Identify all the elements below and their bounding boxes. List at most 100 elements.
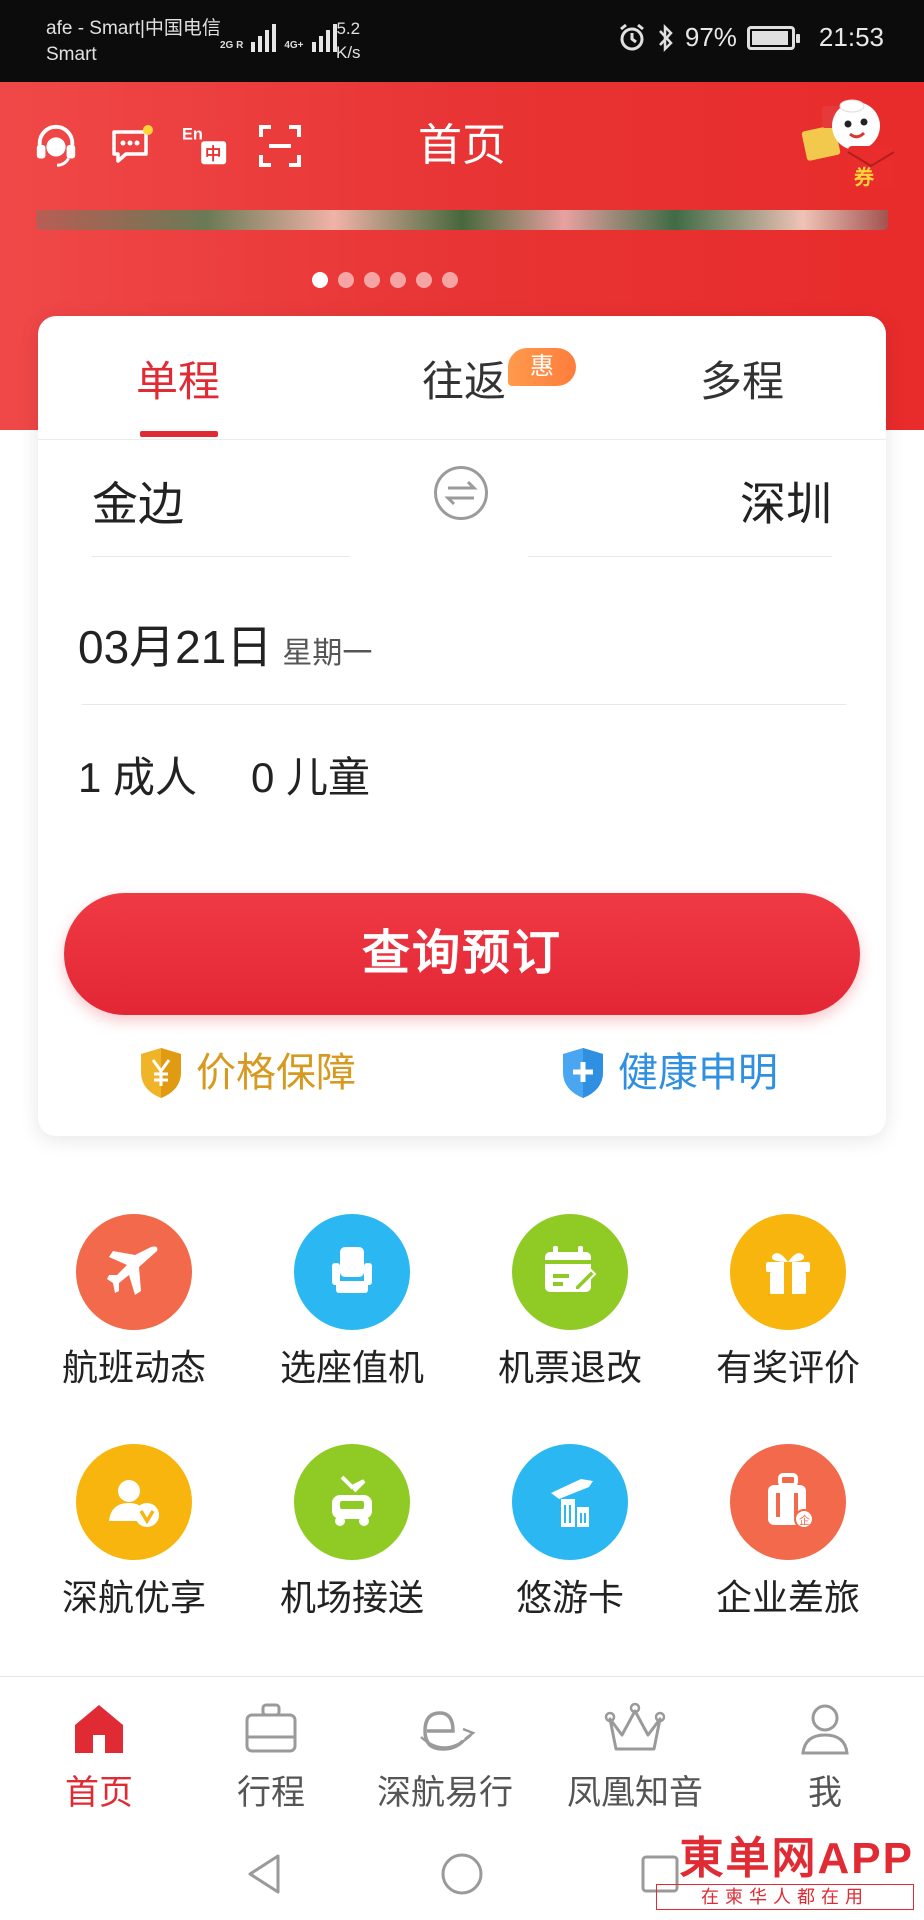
banner-dot[interactable] [442, 272, 458, 288]
watermark-title: 東单网APP [679, 1834, 914, 1883]
alarm-icon [619, 23, 644, 50]
price-guarantee-label: 价格保障 [196, 1051, 356, 1095]
carrier-info: afe - Smart|中国电信 Smart [46, 16, 221, 68]
page-title: 首页 [418, 121, 506, 170]
health-declaration-label: 健康申明 [618, 1051, 778, 1095]
home-icon [75, 1705, 123, 1753]
gift-icon [730, 1214, 846, 1330]
banner-dot[interactable] [390, 272, 406, 288]
bottom-navigation: 首页 行程 深航易行 凤凰知音 我 [0, 1676, 924, 1828]
back-icon[interactable] [244, 1852, 284, 1896]
service-flight-status[interactable]: 航班动态 [34, 1214, 234, 1392]
banner-dot[interactable] [312, 272, 328, 288]
watermark-slogan: 在柬华人都在用 [656, 1884, 914, 1910]
home-button-icon[interactable] [440, 1852, 484, 1896]
service-label: 航班动态 [61, 1347, 206, 1388]
service-vip-benefits[interactable]: 深航优享 [34, 1444, 234, 1622]
clock: 21:53 [818, 22, 884, 52]
nav-me[interactable]: 我 [730, 1701, 920, 1815]
carrier-line-1: afe - Smart|中国电信 [46, 18, 221, 39]
status-right: 97% 21:53 [617, 22, 884, 53]
nav-label: 首页 [65, 1774, 133, 1812]
passenger-selector[interactable]: 1 成人 0 儿童 [78, 750, 370, 806]
nav-label: 行程 [237, 1774, 305, 1812]
nav-phoenix-miles[interactable]: 凤凰知音 [540, 1701, 730, 1815]
divider [528, 556, 832, 557]
child-count[interactable]: 0 儿童 [251, 750, 370, 806]
service-label: 选座值机 [279, 1347, 424, 1388]
svg-text:企: 企 [799, 1513, 810, 1527]
net-2g-label: 2G R [220, 40, 244, 51]
health-shield-icon [563, 1048, 603, 1098]
booking-card: 单程 往返 惠 多程 金边 深圳 03月21日 星期一 1 成人 0 儿童 查询… [38, 316, 886, 1136]
network-speed: 5.2 K/s [336, 17, 361, 65]
coupon-promo[interactable]: 券 [794, 92, 904, 192]
service-label: 有奖评价 [715, 1347, 860, 1388]
departure-city[interactable]: 金边 [92, 473, 184, 535]
banner-pagination [0, 272, 847, 288]
e-travel-icon [420, 1711, 476, 1751]
vip-user-icon [76, 1444, 192, 1560]
search-button[interactable]: 查询预订 [64, 893, 860, 1015]
trip-type-tabs: 单程 往返 惠 多程 [38, 316, 886, 440]
calendar-edit-icon [512, 1214, 628, 1330]
bluetooth-icon [658, 23, 673, 52]
nav-label: 深航易行 [377, 1774, 513, 1812]
banner-dot[interactable] [338, 272, 354, 288]
service-rated-review[interactable]: 有奖评价 [688, 1214, 888, 1392]
battery-icon [746, 25, 800, 50]
service-seat-checkin[interactable]: 选座值机 [252, 1214, 452, 1392]
divider [82, 704, 846, 705]
crown-icon [604, 1702, 666, 1751]
adult-count[interactable]: 1 成人 [78, 750, 197, 806]
luggage-icon: 企 [730, 1444, 846, 1560]
active-tab-indicator [140, 431, 218, 437]
departure-date[interactable]: 03月21日 星期一 [78, 616, 372, 678]
price-guarantee-link[interactable]: 价格保障 [138, 1046, 356, 1100]
status-bar: afe - Smart|中国电信 Smart 2G R 4G+ 5.2 K/s … [0, 0, 924, 82]
signal-bars-icon [311, 20, 337, 52]
carrier-line-2: Smart [46, 44, 97, 65]
seat-icon [294, 1214, 410, 1330]
service-label: 企业差旅 [715, 1577, 860, 1618]
watermark-logo: 東单网APP 在柬华人都在用 [656, 1836, 914, 1916]
divider [92, 556, 350, 557]
swap-cities-icon[interactable] [434, 466, 488, 520]
banner-dot[interactable] [364, 272, 380, 288]
nav-e-travel[interactable]: 深航易行 [350, 1701, 540, 1815]
tab-one-way[interactable]: 单程 [136, 356, 220, 408]
coupon-text: 券 [853, 165, 875, 189]
suitcase-icon [245, 1703, 297, 1753]
service-label: 深航优享 [61, 1577, 206, 1618]
speed-value: 5.2 [336, 19, 361, 38]
tab-multi-city[interactable]: 多程 [700, 356, 784, 408]
weekday: 星期一 [282, 637, 373, 670]
service-label: 机场接送 [279, 1577, 424, 1618]
tab-round-trip[interactable]: 往返 [422, 356, 506, 408]
yen-shield-icon [141, 1048, 181, 1098]
banner-dot[interactable] [416, 272, 432, 288]
battery-percent: 97% [684, 22, 737, 52]
nav-home[interactable]: 首页 [4, 1701, 194, 1815]
city-plane-icon [512, 1444, 628, 1560]
banner-image[interactable] [36, 210, 888, 230]
plane-icon [76, 1214, 192, 1330]
discount-badge: 惠 [508, 348, 576, 386]
service-label: 悠游卡 [515, 1577, 624, 1618]
service-business-travel[interactable]: 企 企业差旅 [688, 1444, 888, 1622]
speed-unit: K/s [336, 43, 361, 62]
date-value: 03月21日 [78, 621, 273, 673]
nav-itinerary[interactable]: 行程 [176, 1701, 366, 1815]
service-label: 机票退改 [497, 1347, 642, 1388]
user-icon [801, 1704, 849, 1755]
nav-label: 凤凰知音 [567, 1774, 703, 1812]
service-refund-change[interactable]: 机票退改 [470, 1214, 670, 1392]
signal-bars-icon [251, 20, 277, 52]
net-4g-label: 4G+ [284, 40, 304, 51]
health-declaration-link[interactable]: 健康申明 [560, 1046, 778, 1100]
car-icon [294, 1444, 410, 1560]
service-airport-transfer[interactable]: 机场接送 [252, 1444, 452, 1622]
signal-indicators: 2G R 4G+ [220, 20, 337, 52]
service-travel-card[interactable]: 悠游卡 [470, 1444, 670, 1622]
arrival-city[interactable]: 深圳 [740, 473, 832, 535]
